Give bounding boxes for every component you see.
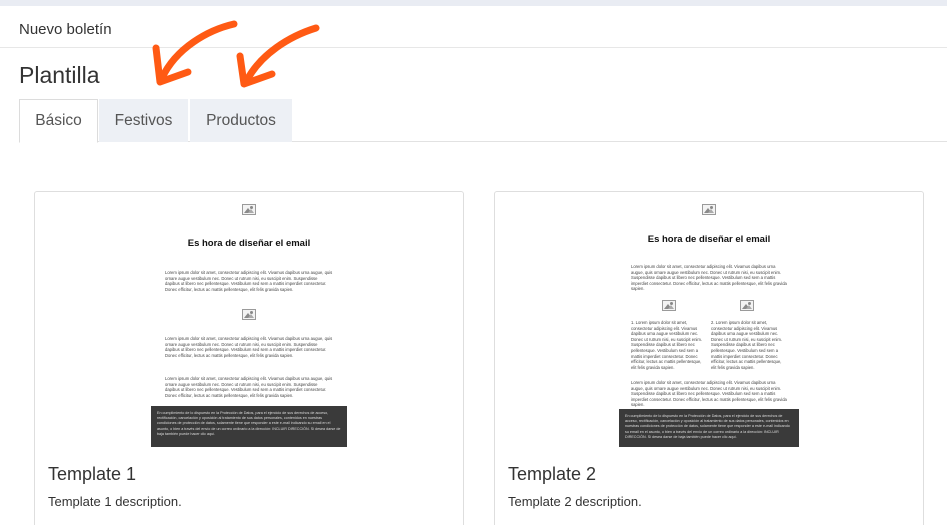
annotation-arrow-icon [236, 24, 320, 88]
header-bar: Nuevo boletín [0, 6, 947, 48]
preview-paragraph: Lorem ipsum dolor sit amet, consectetur … [631, 264, 787, 292]
preview-paragraph: Lorem ipsum dolor sit amet, consectetur … [631, 380, 787, 408]
preview-paragraph: Lorem ipsum dolor sit amet, consectetur … [165, 376, 333, 398]
template-1-preview: Es hora de diseñar el email Lorem ipsum … [151, 200, 347, 448]
tab-festivos[interactable]: Festivos [99, 99, 188, 142]
template-2-preview: Es hora de diseñar el email Lorem ipsum … [619, 200, 799, 448]
tab-basico[interactable]: Básico [19, 99, 98, 143]
image-placeholder-icon [242, 309, 256, 320]
tab-label: Festivos [114, 111, 173, 129]
preview-heading: Es hora de diseñar el email [647, 234, 771, 245]
preview-paragraph: Lorem ipsum dolor sit amet, consectetur … [165, 336, 333, 358]
annotation-arrow-icon [152, 20, 238, 86]
image-placeholder-icon [740, 300, 754, 311]
template-title: Template 2 [508, 464, 597, 484]
preview-paragraph: Lorem ipsum dolor sit amet, consectetur … [165, 270, 333, 292]
template-card-1[interactable]: Es hora de diseñar el email Lorem ipsum … [34, 191, 464, 525]
tab-label: Básico [35, 112, 82, 129]
preview-footer: En cumplimiento de lo dispuesto en la Pr… [619, 409, 799, 447]
template-tabs: Básico Festivos Productos [19, 99, 947, 143]
preview-column-2: 2. Lorem ipsum dolor sit amet, consectet… [711, 320, 782, 370]
tab-label: Productos [206, 111, 276, 129]
preview-heading: Es hora de diseñar el email [187, 238, 311, 249]
page-title: Plantilla [19, 62, 100, 88]
template-description: Template 1 description. [48, 494, 182, 509]
template-description: Template 2 description. [508, 494, 642, 509]
header-title: Nuevo boletín [19, 21, 112, 38]
preview-column-1: 1. Lorem ipsum dolor sit amet, consectet… [631, 320, 702, 370]
template-title: Template 1 [48, 464, 137, 484]
image-placeholder-icon [702, 204, 716, 215]
image-placeholder-icon [242, 204, 256, 215]
image-placeholder-icon [662, 300, 676, 311]
tab-productos[interactable]: Productos [190, 99, 292, 142]
template-card-2[interactable]: Es hora de diseñar el email Lorem ipsum … [494, 191, 924, 525]
preview-footer: En cumplimiento de lo dispuesto en la Pr… [151, 406, 347, 447]
